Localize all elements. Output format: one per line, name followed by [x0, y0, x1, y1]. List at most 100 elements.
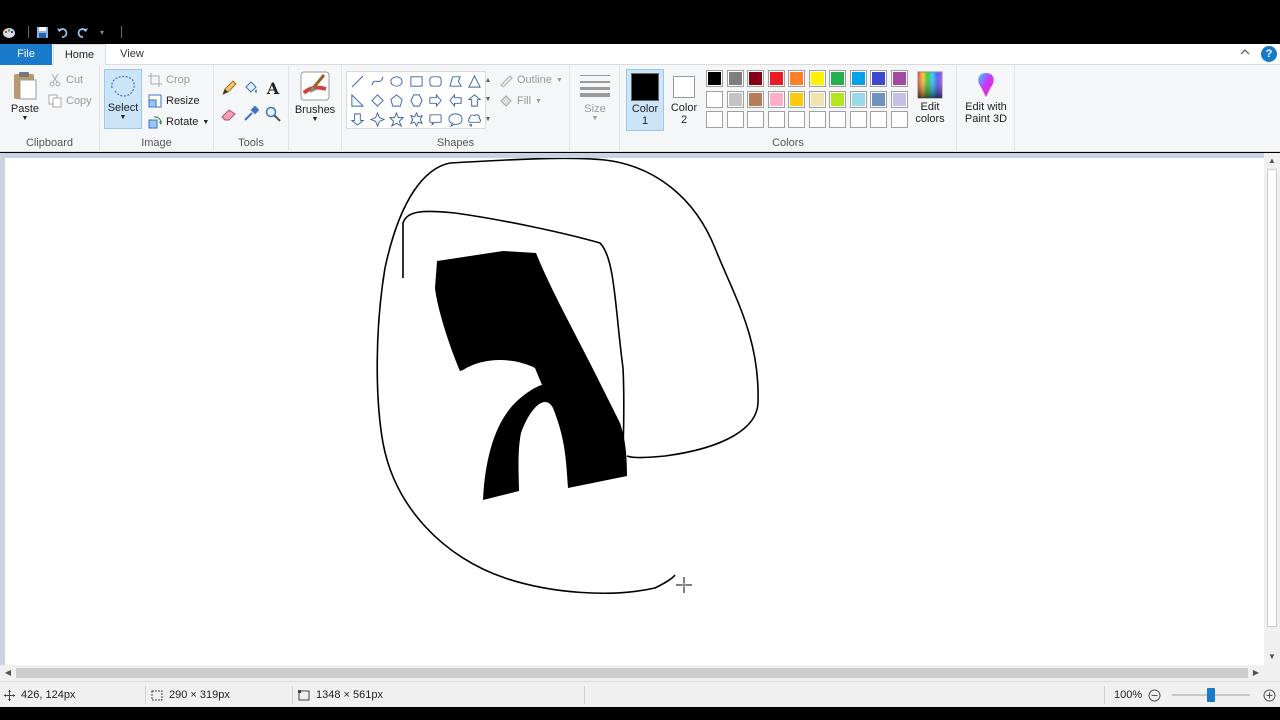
zoom-out-icon[interactable]	[1147, 688, 1161, 702]
palette-swatch[interactable]	[829, 90, 846, 108]
palette-swatch[interactable]	[870, 90, 887, 108]
shape-polygon-icon[interactable]	[446, 72, 465, 91]
paste-button[interactable]: Paste ▼	[6, 71, 44, 122]
edit-with-paint3d-button[interactable]: Edit with Paint 3D	[959, 71, 1013, 125]
shape-down-arrow-icon[interactable]	[348, 110, 367, 129]
customize-qat-icon[interactable]: ▾	[95, 25, 109, 39]
chevron-down-icon[interactable]: ▼	[485, 96, 492, 103]
cut-button[interactable]: Cut	[48, 71, 83, 89]
palette-swatch[interactable]	[767, 111, 785, 128]
palette-swatch[interactable]	[808, 70, 826, 87]
shapes-gallery-scroll[interactable]: ▲ ▼ ▼	[483, 71, 493, 129]
paint-app-icon[interactable]	[2, 25, 16, 39]
zoom-in-icon[interactable]	[1262, 688, 1276, 702]
five-point-star-icon	[389, 112, 404, 127]
palette-swatch[interactable]	[808, 90, 826, 108]
palette-swatch[interactable]	[849, 70, 867, 87]
palette-swatch[interactable]	[829, 111, 846, 128]
shape-hexagon-icon[interactable]	[407, 91, 426, 110]
palette-swatch[interactable]	[808, 111, 826, 128]
shape-up-arrow-icon[interactable]	[465, 91, 484, 110]
palette-swatch[interactable]	[870, 111, 887, 128]
color-picker-icon[interactable]	[242, 105, 260, 123]
shape-oval-icon[interactable]	[387, 72, 406, 91]
eraser-icon[interactable]	[220, 105, 238, 123]
chevron-up-icon[interactable]: ▲	[485, 77, 492, 84]
expand-gallery-icon[interactable]: ▼	[485, 116, 492, 123]
copy-button[interactable]: Copy	[48, 92, 92, 110]
text-icon[interactable]: A	[264, 79, 282, 98]
shape-pentagon-icon[interactable]	[387, 91, 406, 110]
palette-swatch[interactable]	[726, 90, 744, 108]
palette-swatch[interactable]	[767, 90, 785, 108]
shape-rectangle-icon[interactable]	[407, 72, 426, 91]
fill-button[interactable]: Fill ▼	[499, 92, 542, 110]
scroll-up-icon[interactable]: ▲	[1264, 154, 1280, 168]
undo-icon[interactable]	[55, 25, 69, 39]
palette-swatch[interactable]	[890, 111, 908, 128]
color1-button[interactable]: Color 1	[626, 69, 664, 131]
outline-button[interactable]: Outline ▼	[499, 71, 563, 89]
palette-swatch[interactable]	[890, 70, 908, 87]
palette-swatch[interactable]	[849, 111, 867, 128]
shape-rounded-callout-icon[interactable]	[426, 110, 445, 129]
shape-triangle-icon[interactable]	[465, 72, 484, 91]
brushes-button[interactable]: Brushes ▼	[295, 71, 335, 123]
horizontal-scrollbar[interactable]: ◀ ▶	[0, 665, 1264, 681]
palette-swatch[interactable]	[747, 111, 764, 128]
palette-swatch[interactable]	[788, 111, 805, 128]
shape-five-point-star-icon[interactable]	[387, 110, 406, 129]
shape-right-arrow-icon[interactable]	[426, 91, 445, 110]
fill-bucket-icon[interactable]	[242, 79, 260, 97]
palette-swatch[interactable]	[706, 70, 723, 87]
palette-swatch[interactable]	[706, 90, 723, 108]
rotate-button[interactable]: Rotate ▼	[148, 113, 209, 131]
shape-four-point-star-icon[interactable]	[368, 110, 387, 129]
shape-oval-callout-icon[interactable]	[446, 110, 465, 129]
resize-button[interactable]: Resize	[148, 92, 200, 110]
palette-swatch[interactable]	[870, 70, 887, 87]
palette-swatch[interactable]	[767, 70, 785, 87]
cursor-position-value: 426, 124px	[21, 689, 76, 701]
shape-curve-icon[interactable]	[368, 72, 387, 91]
shape-diamond-icon[interactable]	[368, 91, 387, 110]
shape-rounded-rectangle-icon[interactable]	[426, 72, 445, 91]
crop-button[interactable]: Crop	[148, 71, 190, 89]
tab-home[interactable]: Home	[53, 44, 106, 66]
palette-swatch[interactable]	[788, 90, 805, 108]
vertical-scrollbar[interactable]: ▲ ▼	[1264, 153, 1280, 665]
redo-icon[interactable]	[75, 25, 89, 39]
shape-left-arrow-icon[interactable]	[446, 91, 465, 110]
color2-button[interactable]: Color 2	[666, 69, 702, 131]
collapse-ribbon-icon[interactable]	[1240, 47, 1254, 61]
pencil-icon[interactable]	[220, 79, 238, 97]
palette-swatch[interactable]	[890, 90, 908, 108]
palette-swatch[interactable]	[829, 70, 846, 87]
shape-right-triangle-icon[interactable]	[348, 91, 367, 110]
shape-six-point-star-icon[interactable]	[407, 110, 426, 129]
tab-file[interactable]: File	[0, 44, 52, 65]
palette-swatch[interactable]	[849, 90, 867, 108]
vertical-scroll-thumb[interactable]	[1267, 169, 1277, 627]
select-button[interactable]: Select ▼	[104, 69, 142, 129]
palette-swatch[interactable]	[788, 70, 805, 87]
palette-swatch[interactable]	[747, 90, 764, 108]
shape-line-icon[interactable]	[348, 72, 367, 91]
help-icon[interactable]: ?	[1261, 46, 1277, 62]
magnifier-icon[interactable]	[264, 105, 282, 123]
palette-swatch[interactable]	[706, 111, 723, 128]
size-button[interactable]: Size ▼	[578, 73, 612, 122]
palette-swatch[interactable]	[726, 70, 744, 87]
edit-colors-button[interactable]: Edit colors	[910, 71, 950, 125]
palette-swatch[interactable]	[726, 111, 744, 128]
scroll-left-icon[interactable]: ◀	[0, 666, 16, 680]
scroll-down-icon[interactable]: ▼	[1264, 650, 1280, 664]
palette-swatch[interactable]	[747, 70, 764, 87]
save-icon[interactable]	[35, 25, 49, 39]
scroll-right-icon[interactable]: ▶	[1248, 666, 1264, 680]
zoom-slider-thumb[interactable]	[1207, 688, 1215, 702]
drawing-canvas[interactable]	[5, 157, 1264, 665]
horizontal-scroll-thumb[interactable]	[16, 668, 1248, 678]
tab-view[interactable]: View	[110, 44, 154, 65]
shape-cloud-callout-icon[interactable]	[465, 110, 484, 129]
